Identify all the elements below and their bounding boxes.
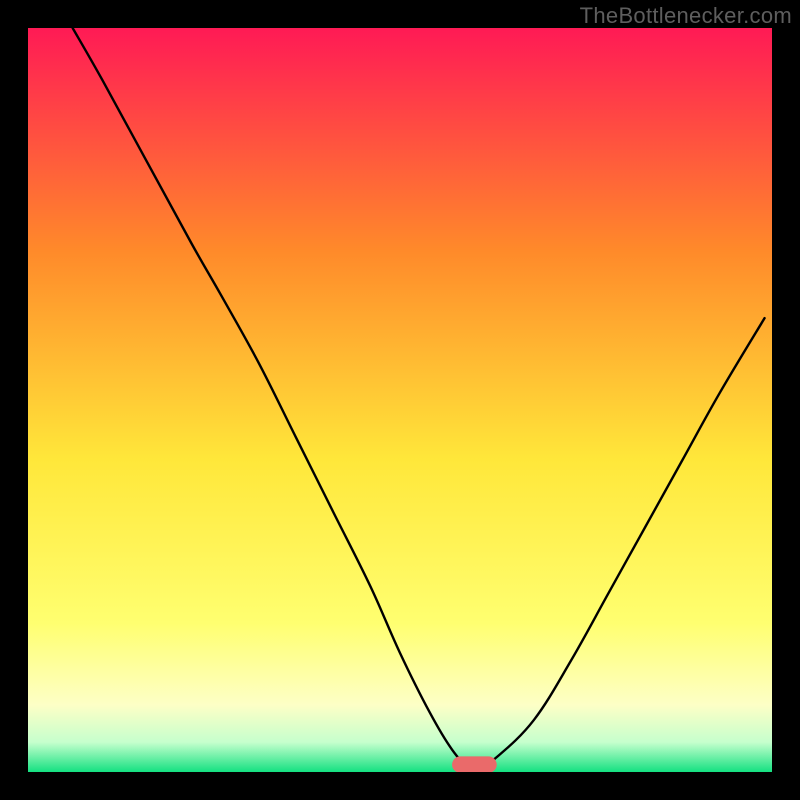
optimal-marker [452, 756, 497, 772]
chart-container: TheBottlenecker.com [0, 0, 800, 800]
bottleneck-chart [28, 28, 772, 772]
plot-area [28, 28, 772, 772]
attribution-text: TheBottlenecker.com [580, 3, 792, 29]
gradient-background [28, 28, 772, 772]
